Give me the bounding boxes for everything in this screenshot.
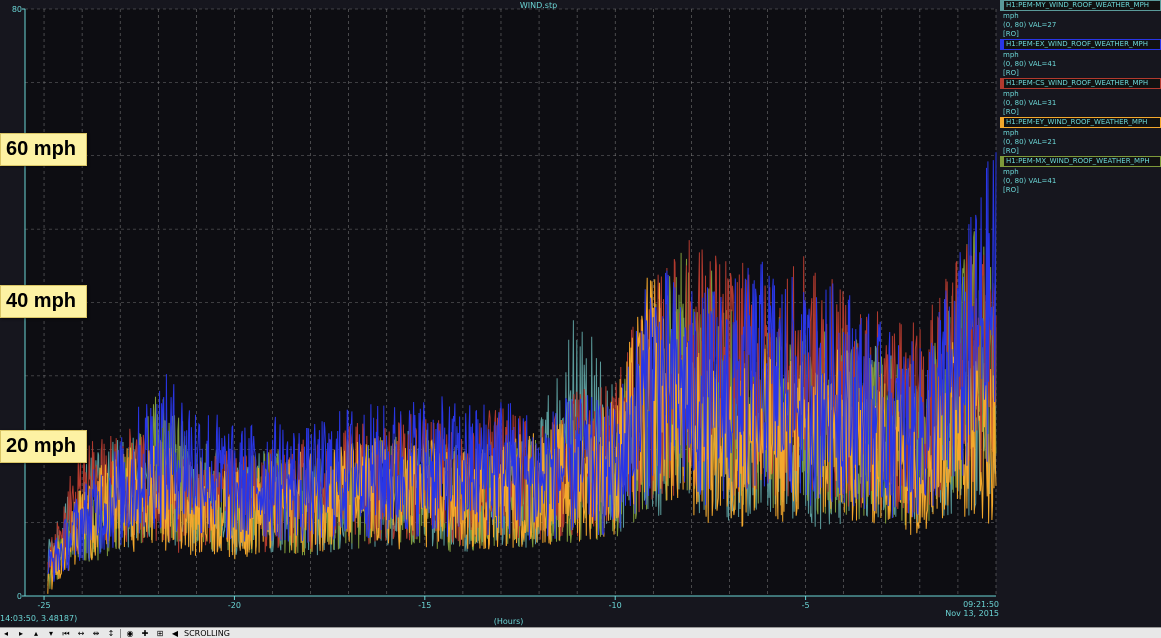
mode-label: SCROLLING — [184, 629, 230, 638]
stripchart-window: WIND.stp 80 0 -25 -20 -15 -10 -5 (Hours) 09:21:50… — [0, 0, 1161, 638]
x-axis-label: (Hours) — [494, 617, 524, 626]
annotation-20-mph: 20 mph — [0, 430, 88, 463]
step-left-icon[interactable]: ◂ — [0, 629, 12, 638]
legend-unit: mph — [1003, 51, 1019, 59]
legend-range: (0, 80) VAL=41 — [1003, 177, 1057, 185]
arrow-up-icon[interactable]: ▴ — [30, 629, 42, 638]
legend-channel-name[interactable]: H1:PEM-EY_WIND_ROOF_WEATHER_MPH — [1000, 117, 1161, 128]
legend-unit: mph — [1003, 129, 1019, 137]
legend-range: (0, 80) VAL=31 — [1003, 99, 1057, 107]
arrow-down-icon[interactable]: ▾ — [45, 629, 57, 638]
x-tick-label: -5 — [802, 601, 810, 610]
annotation-40-mph: 40 mph — [0, 285, 88, 318]
x-tick-label: -25 — [38, 601, 51, 610]
record-icon[interactable]: ◉ — [124, 629, 136, 638]
y-tick-label: 0 — [17, 592, 22, 601]
legend-entry[interactable]: H1:PEM-MY_WIND_ROOF_WEATHER_MPH mph (0, 80… — [1000, 0, 1161, 39]
contract-h-icon[interactable]: ⇹ — [90, 629, 102, 638]
legend-unit: mph — [1003, 90, 1019, 98]
legend-channel-name[interactable]: H1:PEM-MY_WIND_ROOF_WEATHER_MPH — [1000, 0, 1161, 11]
legend-mode: [RO] — [1003, 147, 1019, 155]
x-tick-label: -15 — [418, 601, 431, 610]
legend-unit: mph — [1003, 12, 1019, 20]
x-tick-label: -20 — [228, 601, 241, 610]
timestamp-label: Nov 13, 2015 — [945, 609, 999, 618]
legend-mode: [RO] — [1003, 69, 1019, 77]
legend-range: (0, 80) VAL=27 — [1003, 21, 1057, 29]
zoom-icon[interactable]: ⊞ — [154, 629, 166, 638]
legend-entry[interactable]: H1:PEM-EY_WIND_ROOF_WEATHER_MPH mph (0, 80… — [1000, 117, 1161, 156]
legend-entry[interactable]: H1:PEM-EX_WIND_ROOF_WEATHER_MPH mph (0, 80… — [1000, 39, 1161, 78]
plus-icon[interactable]: ✚ — [139, 629, 151, 638]
legend-range: (0, 80) VAL=21 — [1003, 138, 1057, 146]
legend-channel-name[interactable]: H1:PEM-CS_WIND_ROOF_WEATHER_MPH — [1000, 78, 1161, 89]
trace-legend: H1:PEM-MY_WIND_ROOF_WEATHER_MPH mph (0, 80… — [1000, 0, 1161, 195]
skip-left-icon[interactable]: ⏮ — [60, 629, 72, 638]
back-icon[interactable]: ◀ — [169, 629, 181, 638]
toolbar-divider — [120, 629, 121, 638]
legend-channel-name[interactable]: H1:PEM-MX_WIND_ROOF_WEATHER_MPH — [1000, 156, 1161, 167]
strip-chart[interactable]: WIND.stp 80 0 -25 -20 -15 -10 -5 (Hours) 09:21:50… — [0, 0, 1161, 627]
y-tick-label: 80 — [12, 5, 22, 14]
x-tick-label: -10 — [609, 601, 622, 610]
annotation-60-mph: 60 mph — [0, 133, 88, 166]
legend-mode: [RO] — [1003, 108, 1019, 116]
legend-mode: [RO] — [1003, 30, 1019, 38]
toolbar: ◂ ▸ ▴ ▾ ⏮ ↔ ⇹ ↕ ◉ ✚ ⊞ ◀ SCROLLING — [0, 627, 1161, 638]
legend-channel-name[interactable]: H1:PEM-EX_WIND_ROOF_WEATHER_MPH — [1000, 39, 1161, 50]
cursor-readout: 14:03:50, 3.48187) — [0, 614, 78, 623]
legend-unit: mph — [1003, 168, 1019, 176]
arrow-right-icon[interactable]: ▸ — [15, 629, 27, 638]
chart-title: WIND.stp — [520, 1, 557, 10]
timestamp-label: 09:21:50 — [963, 600, 999, 609]
legend-entry[interactable]: H1:PEM-MX_WIND_ROOF_WEATHER_MPH mph (0, 80… — [1000, 156, 1161, 195]
legend-entry[interactable]: H1:PEM-CS_WIND_ROOF_WEATHER_MPH mph (0, 80… — [1000, 78, 1161, 117]
expand-v-icon[interactable]: ↕ — [105, 629, 117, 638]
legend-range: (0, 80) VAL=41 — [1003, 60, 1057, 68]
expand-h-icon[interactable]: ↔ — [75, 629, 87, 638]
legend-mode: [RO] — [1003, 186, 1019, 194]
